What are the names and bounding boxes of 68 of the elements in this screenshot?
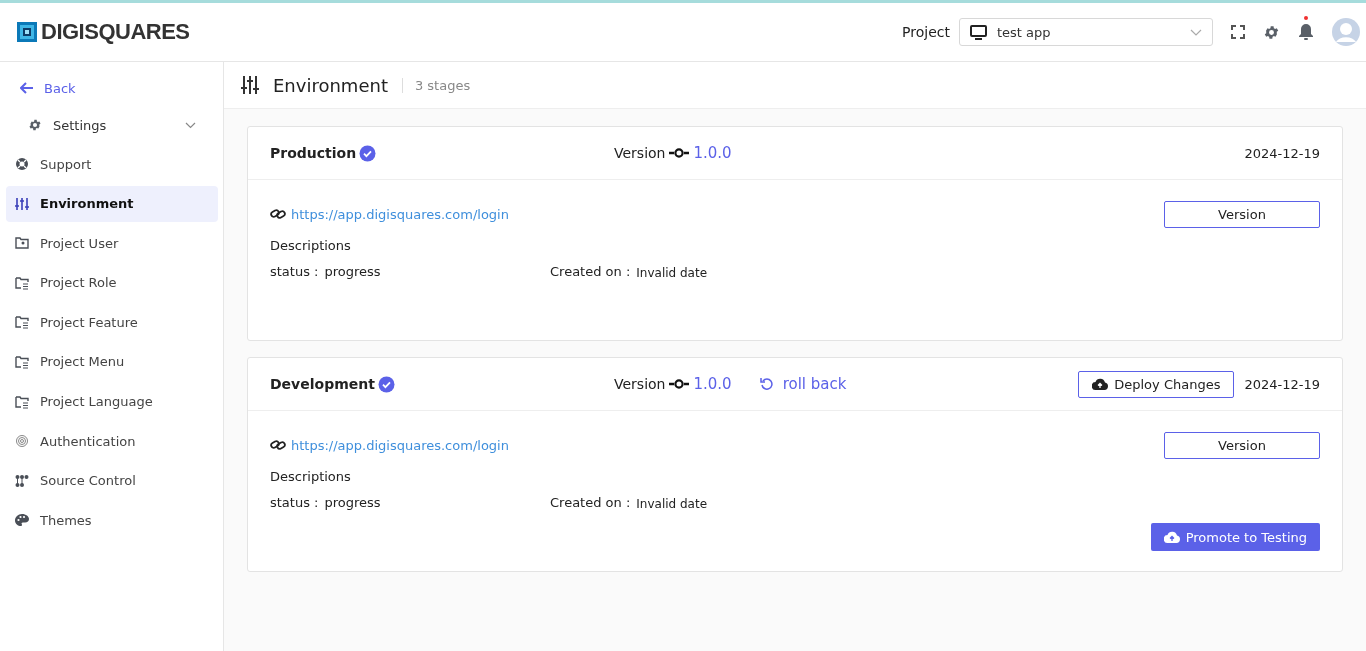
fingerprint-icon: [15, 434, 29, 449]
version-label: Version: [614, 145, 666, 161]
folder-user-icon: [15, 236, 29, 251]
descriptions-label: Descriptions: [270, 237, 352, 255]
version-number: 1.0.0: [693, 144, 732, 162]
folder-list-icon: [15, 315, 29, 330]
created-label: Created on :: [550, 495, 631, 511]
sidebar-item[interactable]: Project Feature: [6, 304, 218, 341]
rotate-icon: [759, 377, 774, 391]
logo-icon: [17, 22, 37, 42]
back-link[interactable]: Back: [6, 74, 218, 102]
roll-back-link[interactable]: roll back: [759, 375, 847, 393]
lifebuoy-icon: [15, 157, 29, 171]
url-link[interactable]: https://app.digisquares.com/login: [270, 437, 509, 453]
nodes-icon: [15, 473, 29, 488]
status-value: progress: [324, 264, 381, 279]
created-value: Invalid date: [636, 266, 708, 280]
commit-icon: [669, 148, 690, 158]
arrow-left-icon: [20, 82, 34, 94]
fullscreen-icon[interactable]: [1231, 25, 1245, 39]
created-label: Created on :: [550, 264, 631, 280]
sidebar-item[interactable]: Project User: [6, 225, 218, 262]
stage-name: Development: [270, 376, 375, 392]
stage-date: 2024-12-19: [1244, 376, 1320, 392]
promote-button[interactable]: Promote to Testing: [1150, 523, 1320, 551]
stage-count: 3 stages: [401, 77, 471, 93]
cloud-upload-icon: [1092, 378, 1109, 390]
stage-name: Production: [270, 145, 357, 161]
chevron-down-icon: [1190, 28, 1202, 36]
sidebar-item[interactable]: Project Menu: [6, 343, 218, 380]
project-select[interactable]: test app: [959, 18, 1213, 46]
status-value: progress: [324, 495, 381, 510]
sliders-icon: [241, 75, 259, 95]
folder-list-icon: [15, 354, 29, 369]
palette-icon: [15, 513, 29, 528]
version-label: Version: [614, 376, 666, 392]
settings-menu[interactable]: Settings: [6, 108, 218, 142]
sidebar-item[interactable]: Project Language: [6, 383, 218, 420]
url-link[interactable]: https://app.digisquares.com/login: [270, 206, 509, 222]
folder-list-icon: [15, 394, 29, 409]
status-label: status :: [270, 495, 319, 510]
sidebar-item[interactable]: Environment: [6, 185, 218, 222]
version-number: 1.0.0: [693, 375, 732, 393]
sidebar-item[interactable]: Project Role: [6, 264, 218, 301]
sidebar-item[interactable]: Themes: [6, 502, 218, 539]
version-button[interactable]: Version: [1164, 431, 1320, 459]
commit-icon: [669, 379, 690, 389]
cloud-upload-icon: [1163, 531, 1180, 543]
status-label: status :: [270, 264, 319, 279]
created-value: Invalid date: [636, 497, 708, 511]
link-icon: [270, 439, 286, 451]
stage-date: 2024-12-19: [1244, 145, 1320, 161]
descriptions-label: Descriptions: [270, 468, 352, 486]
version-button[interactable]: Version: [1164, 200, 1320, 228]
sidebar-item[interactable]: Authentication: [6, 423, 218, 460]
sidebar-item[interactable]: Source Control: [6, 462, 218, 499]
monitor-icon: [970, 24, 987, 40]
deploy-changes-button[interactable]: Deploy Changes: [1078, 370, 1235, 398]
link-icon: [270, 208, 286, 220]
settings-icon[interactable]: [1263, 23, 1280, 41]
page-title: Environment: [273, 74, 388, 96]
sliders-icon: [15, 196, 29, 211]
folder-list-icon: [15, 275, 29, 290]
settings-icon: [28, 118, 42, 132]
logo-text: DIGISQUARES: [41, 19, 190, 45]
project-label: Project: [902, 24, 950, 40]
bell-icon[interactable]: [1298, 23, 1314, 41]
sidebar-item[interactable]: Support: [6, 146, 218, 182]
